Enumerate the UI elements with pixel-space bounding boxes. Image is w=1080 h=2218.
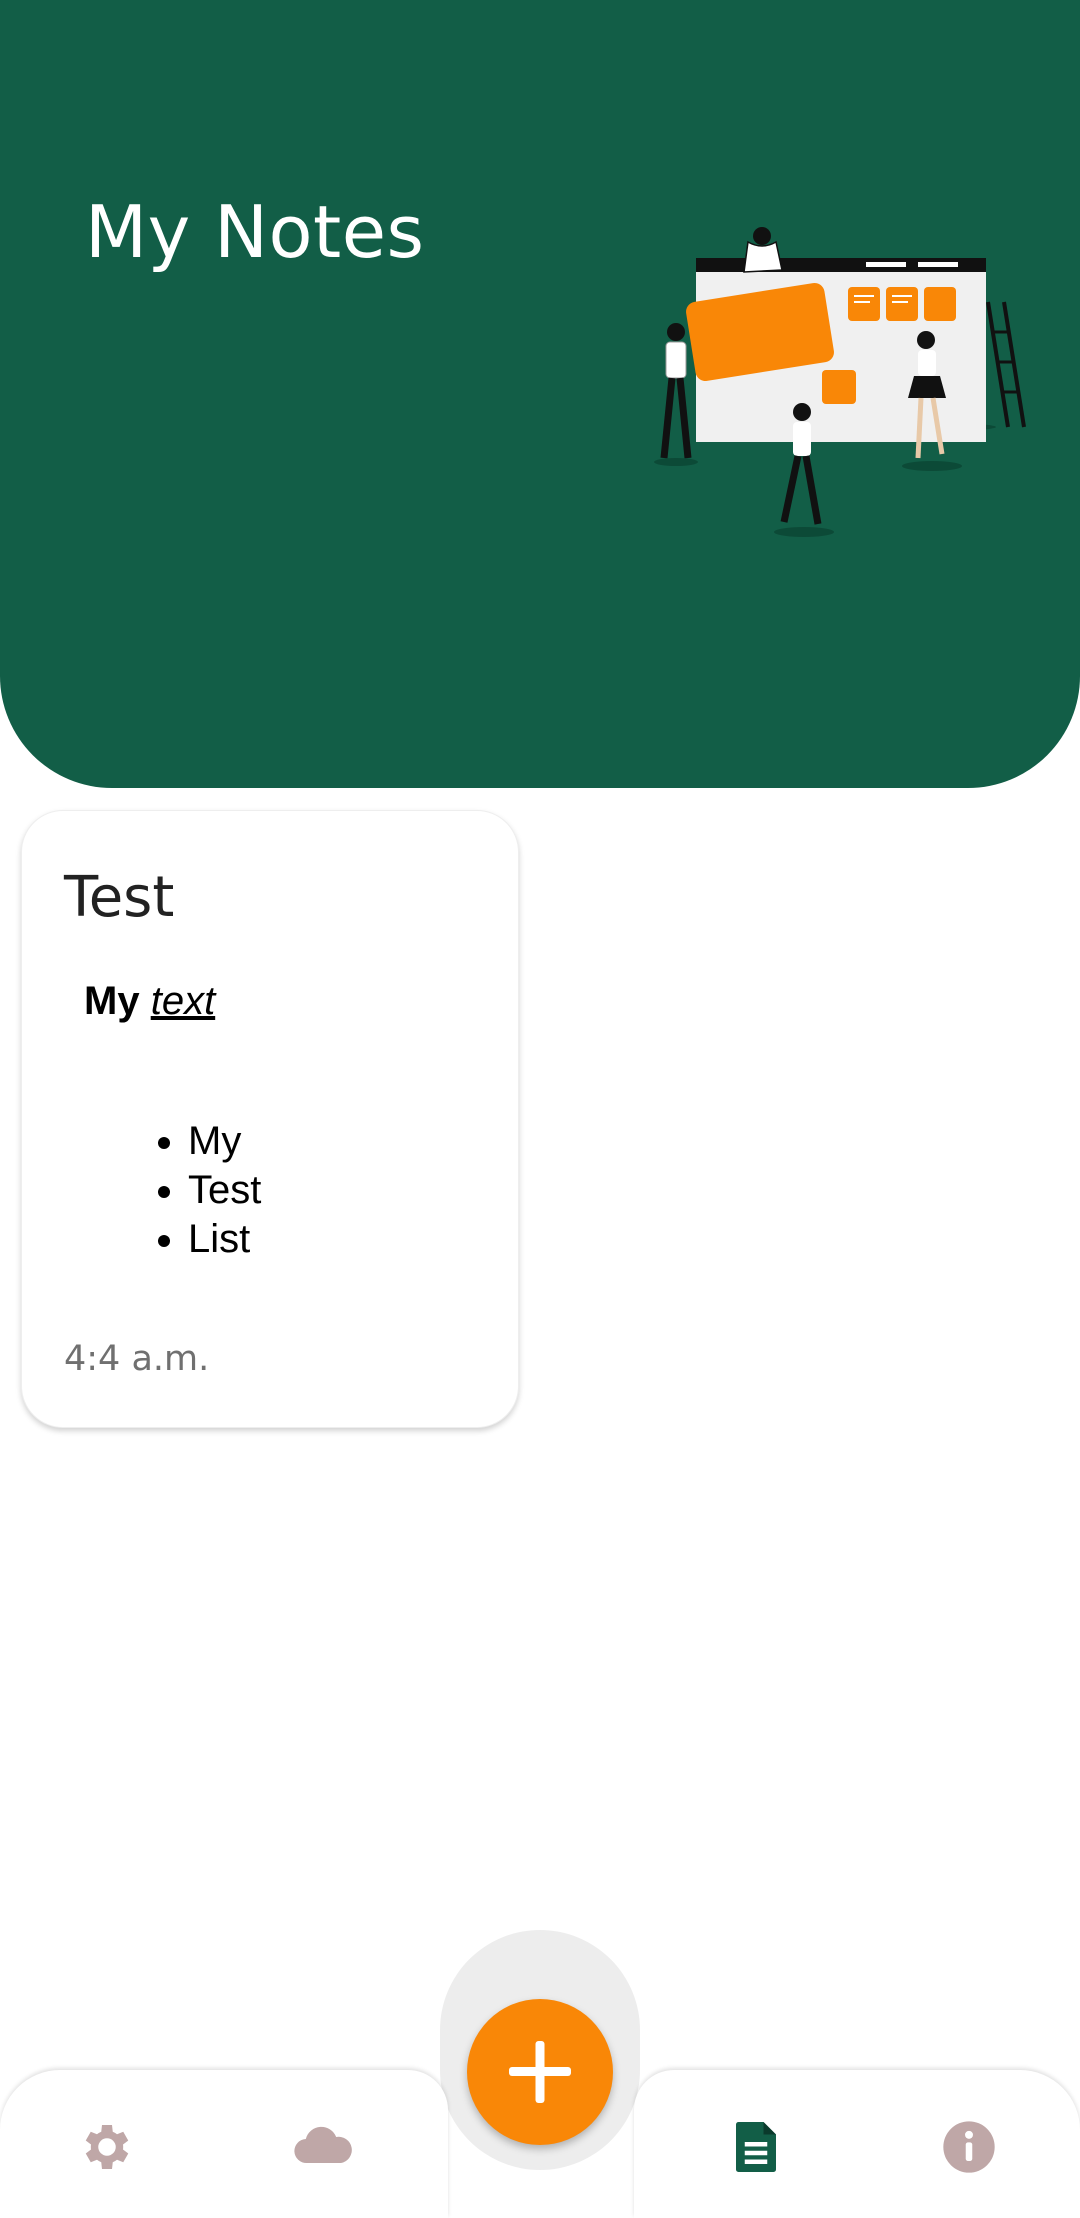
note-formatted-line: My text <box>84 979 215 1024</box>
bottom-bar-left <box>0 2070 448 2218</box>
notes-board-illustration <box>654 227 1026 537</box>
list-item: My <box>188 1117 261 1166</box>
header: My Notes <box>0 0 1080 788</box>
list-item: List <box>188 1215 261 1264</box>
note-timestamp: 4:4 a.m. <box>64 1339 210 1379</box>
page-title: My Notes <box>85 190 425 274</box>
note-italic-underlined-text: text <box>150 979 216 1023</box>
plus-icon <box>509 2041 571 2103</box>
note-bullet-list: My Test List <box>188 1117 261 1264</box>
gear-icon[interactable] <box>77 2117 137 2177</box>
cloud-icon[interactable] <box>291 2117 355 2177</box>
note-card[interactable]: Test My text My Test List 4:4 a.m. <box>21 810 519 1428</box>
bottom-bar-right <box>634 2070 1080 2218</box>
document-icon[interactable] <box>726 2117 786 2177</box>
info-icon[interactable] <box>941 2119 997 2175</box>
note-bold-text: My <box>84 979 140 1023</box>
add-note-button[interactable] <box>467 1999 613 2145</box>
list-item: Test <box>188 1166 261 1215</box>
note-title: Test <box>64 865 175 930</box>
